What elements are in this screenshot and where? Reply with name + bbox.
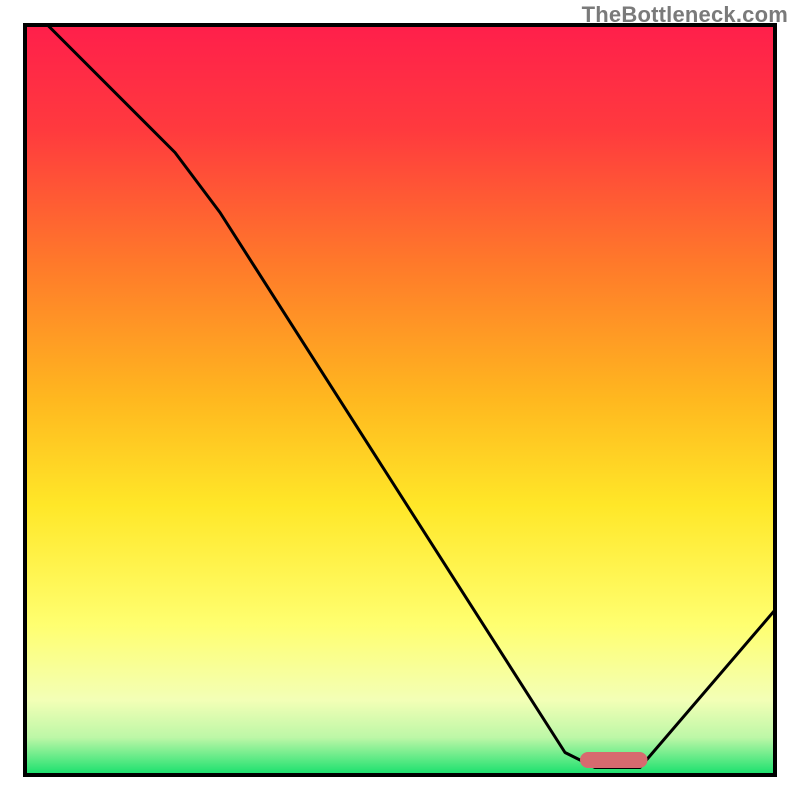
watermark-text: TheBottleneck.com [582, 2, 788, 28]
optimal-range-marker [580, 752, 648, 768]
bottleneck-chart: TheBottleneck.com [0, 0, 800, 800]
plot-background [25, 25, 775, 775]
chart-svg [0, 0, 800, 800]
